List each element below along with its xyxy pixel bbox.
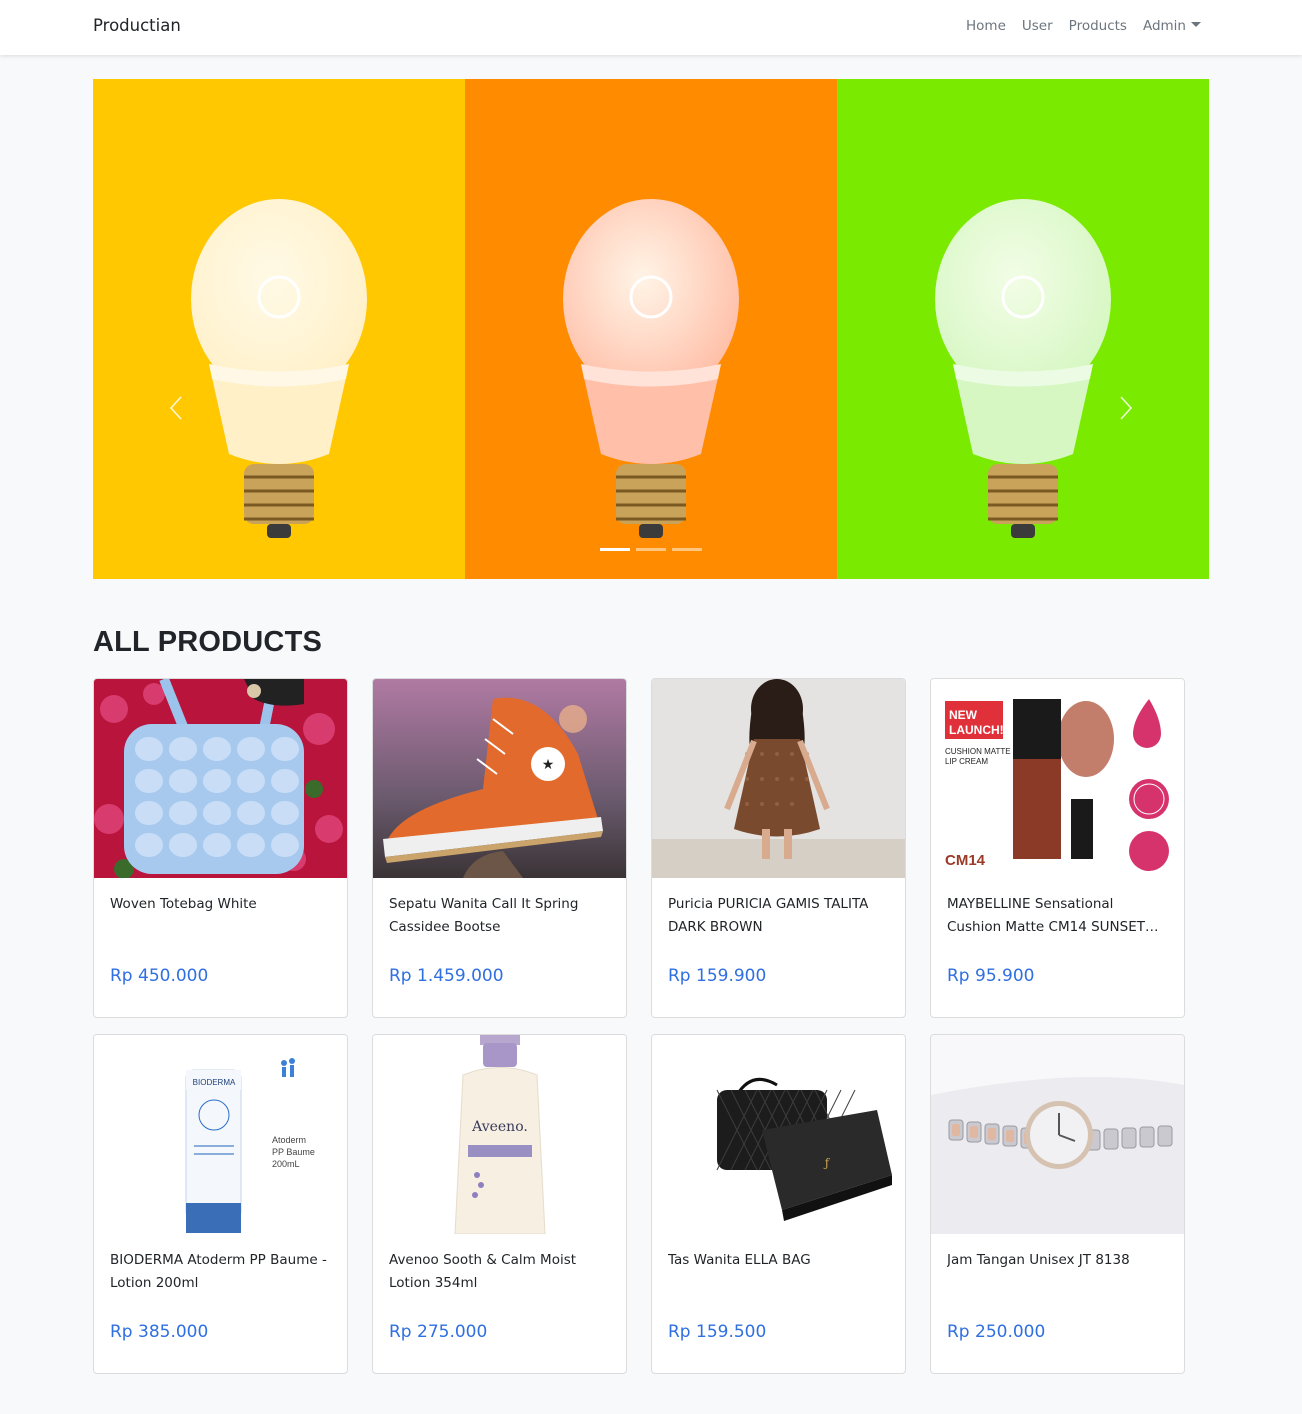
lightbulb-image	[563, 199, 739, 538]
svg-text:PP Baume: PP Baume	[272, 1147, 315, 1157]
product-grid: Woven Totebag White Rp 450.000 ★ Sepatu …	[93, 678, 1185, 1374]
carousel-prev-icon[interactable]	[169, 395, 183, 421]
product-price: Rp 1.459.000	[389, 966, 504, 986]
nav-user[interactable]: User	[1022, 18, 1053, 34]
nav-admin-dropdown[interactable]: Admin	[1143, 18, 1201, 34]
product-card[interactable]: Woven Totebag White Rp 450.000	[93, 678, 348, 1018]
carousel-panel	[93, 79, 465, 579]
svg-text:CM14: CM14	[945, 852, 986, 869]
carousel-next-icon[interactable]	[1119, 395, 1133, 421]
lotion-bottle-image: Aveeno.	[373, 1035, 626, 1234]
nav-links: Home User Products Admin	[966, 18, 1201, 34]
watch-image	[931, 1035, 1184, 1234]
lightbulb-image	[191, 199, 367, 538]
product-image[interactable]	[652, 679, 905, 878]
carousel-indicator[interactable]	[600, 548, 630, 551]
product-name[interactable]: BIODERMA Atoderm PP Baume - Lotion 200ml	[110, 1249, 332, 1295]
lipcream-image: NEW LAUNCH! CUSHION MATTE LIP CREAM CM14	[931, 679, 1184, 878]
svg-text:CUSHION MATTE: CUSHION MATTE	[945, 747, 1011, 756]
carousel-panel	[837, 79, 1209, 579]
product-name[interactable]: MAYBELLINE Sensational Cushion Matte CM1…	[947, 893, 1169, 939]
product-price: Rp 95.900	[947, 966, 1035, 986]
product-name[interactable]: Tas Wanita ELLA BAG	[668, 1249, 890, 1295]
handbag-image: ƒ	[652, 1035, 905, 1234]
product-price: Rp 250.000	[947, 1322, 1046, 1342]
product-price: Rp 159.500	[668, 1322, 767, 1342]
product-image[interactable]	[931, 1035, 1184, 1234]
sneaker-image: ★	[373, 679, 626, 878]
product-name[interactable]: Sepatu Wanita Call It Spring Cassidee Bo…	[389, 893, 611, 939]
nav-admin-label: Admin	[1142, 18, 1186, 34]
product-card[interactable]: ƒ Tas Wanita ELLA BAG Rp 159.500	[651, 1034, 906, 1374]
product-card[interactable]: Jam Tangan Unisex JT 8138 Rp 250.000	[930, 1034, 1185, 1374]
product-image[interactable]: ★	[373, 679, 626, 878]
product-card[interactable]: Puricia PURICIA GAMIS TALITA DARK BROWN …	[651, 678, 906, 1018]
svg-text:LIP CREAM: LIP CREAM	[945, 757, 988, 766]
product-image[interactable]: Aveeno.	[373, 1035, 626, 1234]
carousel-panel	[465, 79, 837, 579]
caret-down-icon	[1191, 22, 1201, 27]
product-card[interactable]: ★ Sepatu Wanita Call It Spring Cassidee …	[372, 678, 627, 1018]
product-name[interactable]: Woven Totebag White	[110, 893, 332, 939]
lotion-tube-image: BIODERMA Atoderm PP Baume 200mL	[94, 1035, 347, 1234]
product-card[interactable]: BIODERMA Atoderm PP Baume 200mL BIODERMA…	[93, 1034, 348, 1374]
svg-text:Atoderm: Atoderm	[272, 1135, 306, 1145]
product-price: Rp 385.000	[110, 1322, 209, 1342]
navbar: Productian Home User Products Admin	[0, 0, 1302, 55]
product-image[interactable]: BIODERMA Atoderm PP Baume 200mL	[94, 1035, 347, 1234]
product-card[interactable]: Aveeno. Avenoo Sooth & Calm Moist Lotion…	[372, 1034, 627, 1374]
product-name[interactable]: Jam Tangan Unisex JT 8138	[947, 1249, 1169, 1295]
lightbulb-image	[935, 199, 1111, 538]
carousel-indicator[interactable]	[672, 548, 702, 551]
svg-text:★: ★	[542, 757, 555, 773]
svg-text:NEW: NEW	[949, 708, 978, 722]
nav-products[interactable]: Products	[1069, 18, 1127, 34]
hero-carousel[interactable]	[93, 79, 1209, 579]
product-image[interactable]	[94, 679, 347, 878]
product-price: Rp 159.900	[668, 966, 767, 986]
product-name[interactable]: Puricia PURICIA GAMIS TALITA DARK BROWN	[668, 893, 890, 939]
product-card[interactable]: NEW LAUNCH! CUSHION MATTE LIP CREAM CM14…	[930, 678, 1185, 1018]
svg-text:LAUNCH!: LAUNCH!	[949, 723, 1004, 737]
product-image[interactable]: NEW LAUNCH! CUSHION MATTE LIP CREAM CM14	[931, 679, 1184, 878]
carousel-indicator[interactable]	[636, 548, 666, 551]
totebag-image	[94, 679, 347, 878]
product-name[interactable]: Avenoo Sooth & Calm Moist Lotion 354ml	[389, 1249, 611, 1295]
section-title: ALL PRODUCTS	[93, 626, 323, 658]
svg-text:Aveeno.: Aveeno.	[471, 1119, 528, 1135]
nav-home[interactable]: Home	[966, 18, 1006, 34]
product-price: Rp 450.000	[110, 966, 209, 986]
product-image[interactable]: ƒ	[652, 1035, 905, 1234]
brand-logo[interactable]: Productian	[93, 16, 181, 35]
dress-image	[652, 679, 905, 878]
carousel-indicators	[600, 548, 702, 551]
product-price: Rp 275.000	[389, 1322, 488, 1342]
svg-text:200mL: 200mL	[272, 1159, 300, 1169]
svg-text:BIODERMA: BIODERMA	[193, 1078, 236, 1087]
